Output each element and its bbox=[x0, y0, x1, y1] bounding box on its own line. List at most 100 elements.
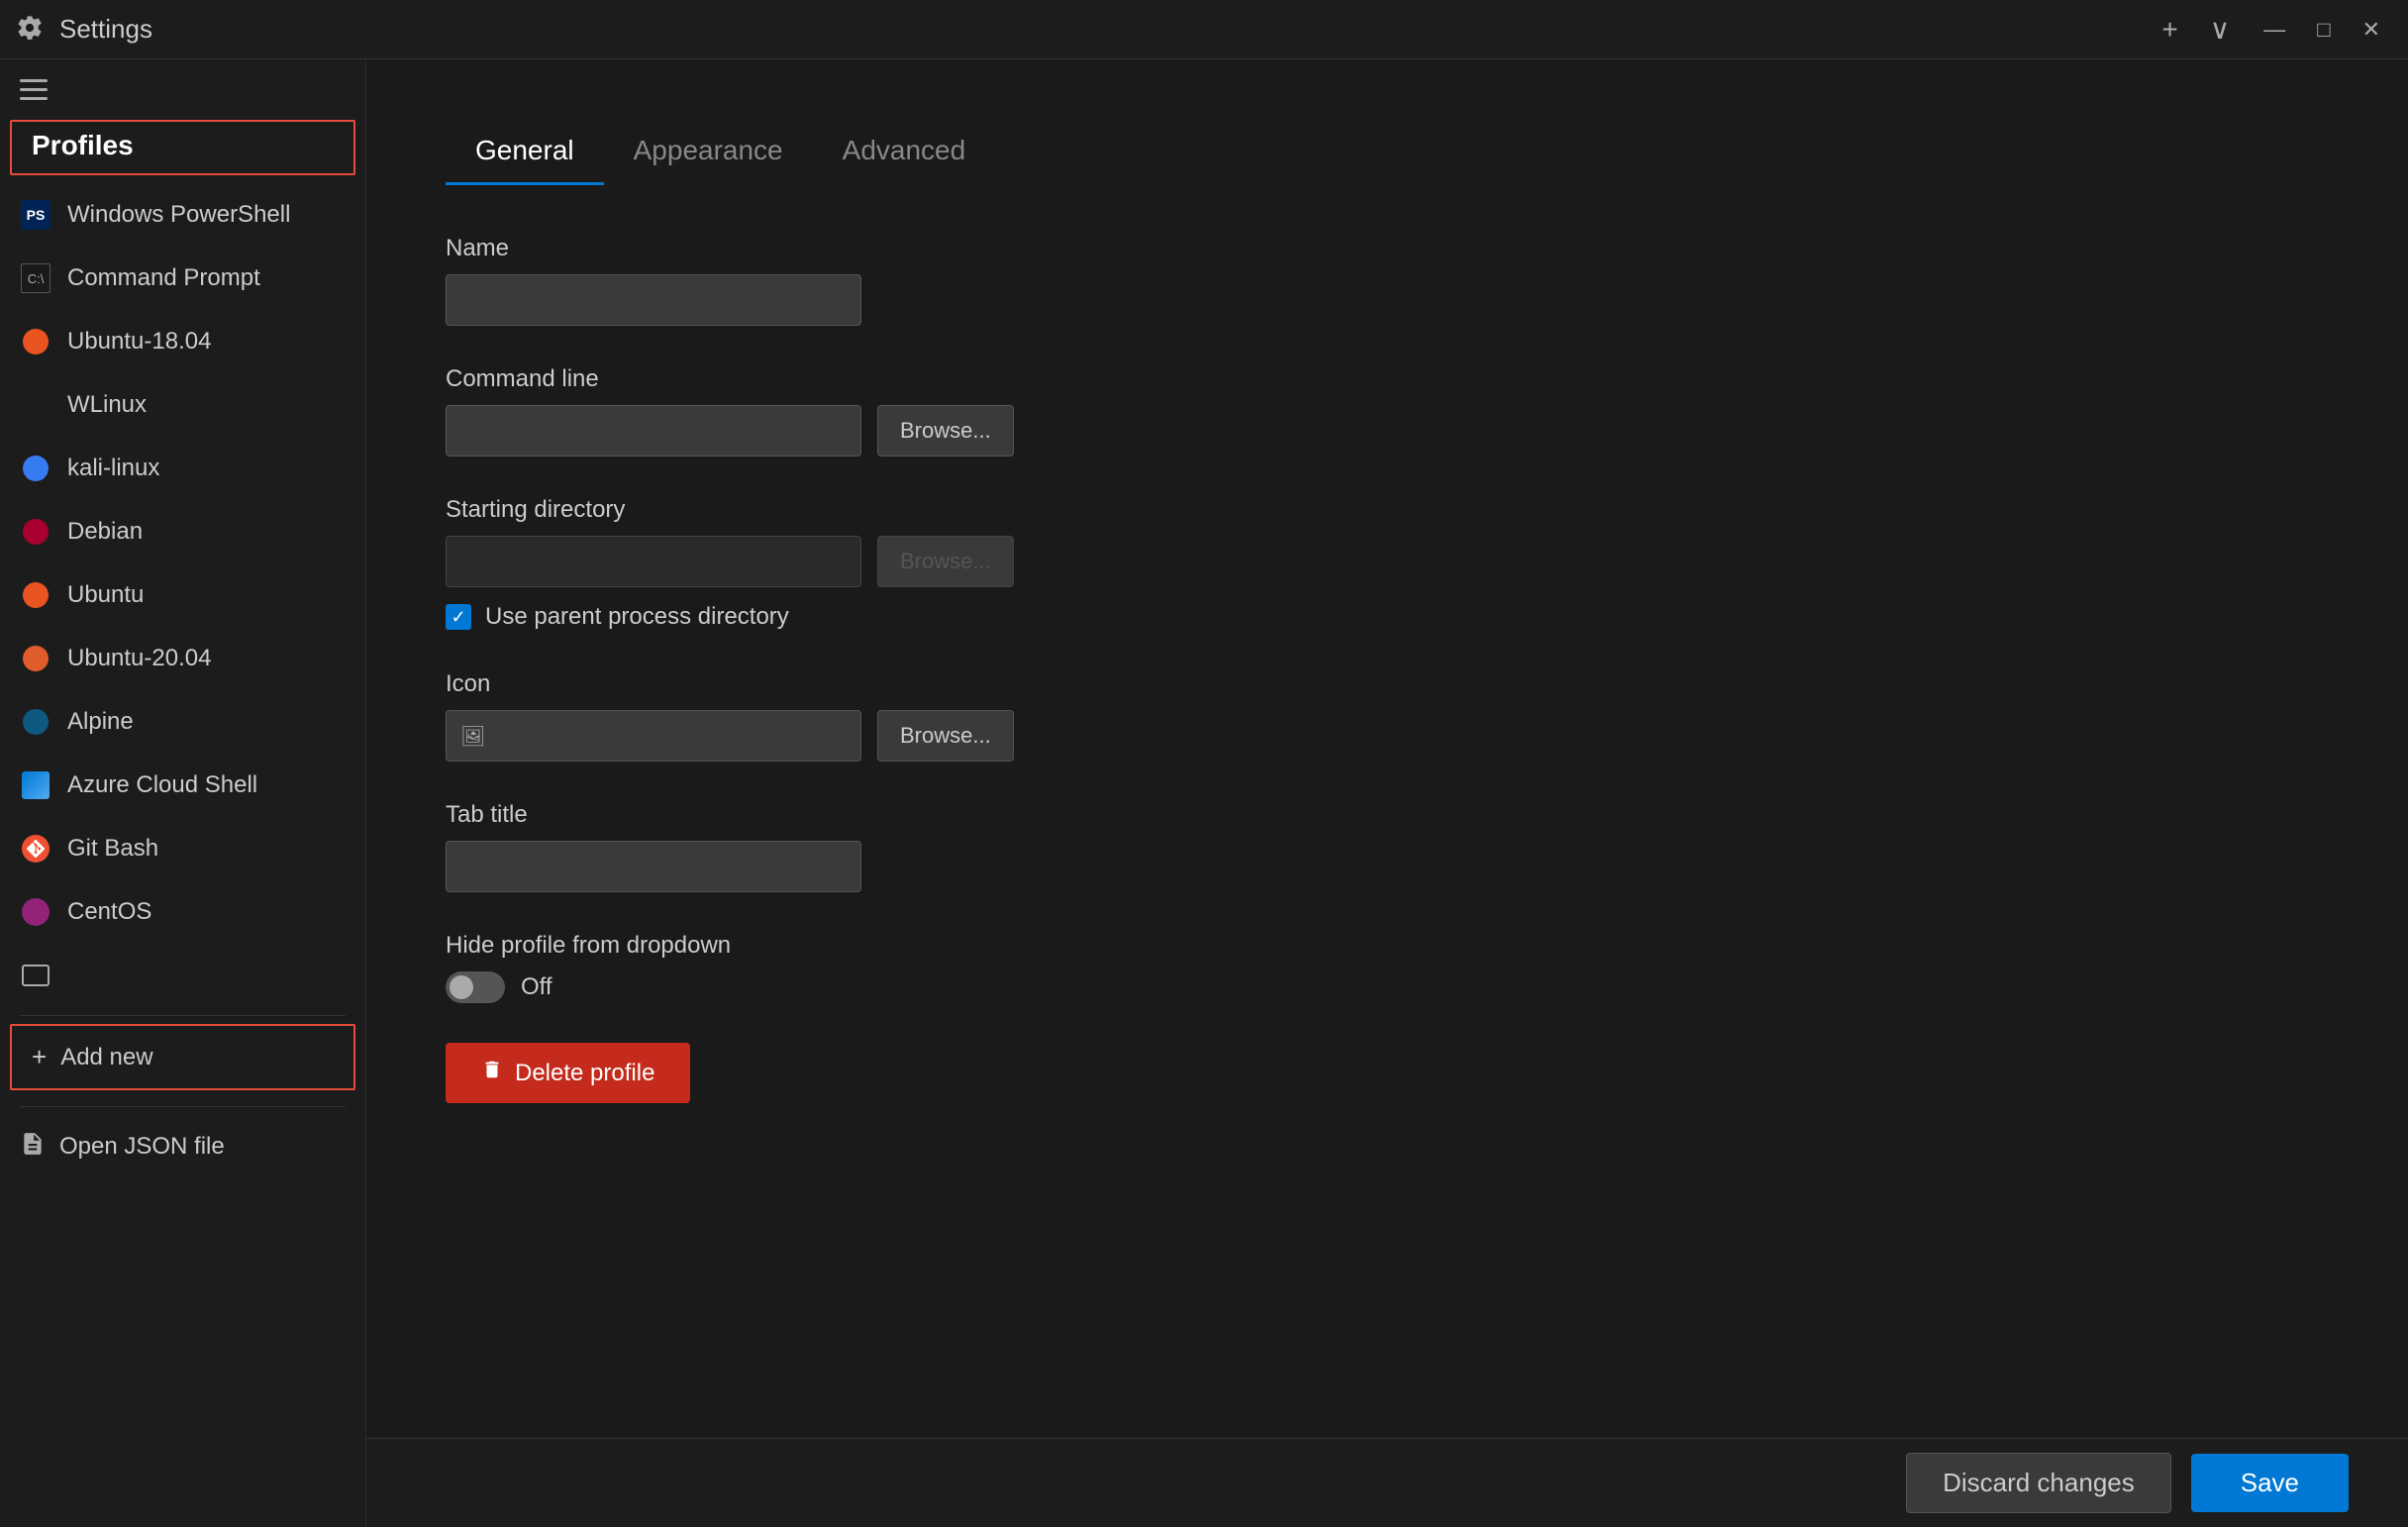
tab-appearance[interactable]: Appearance bbox=[604, 119, 813, 185]
centos-icon bbox=[20, 896, 51, 928]
icon-label: Icon bbox=[446, 670, 2329, 698]
add-new-label: Add new bbox=[60, 1044, 152, 1071]
ubuntu-1804-icon bbox=[20, 326, 51, 357]
hamburger-line-3 bbox=[20, 97, 48, 100]
delete-profile-label: Delete profile bbox=[515, 1060, 654, 1087]
sidebar-item-label: Command Prompt bbox=[67, 264, 260, 292]
plus-icon: + bbox=[32, 1042, 47, 1072]
starting-directory-field-group: Starting directory Browse... ✓ Use paren… bbox=[446, 496, 2329, 631]
icon-input-row: 🖼 Browse... bbox=[446, 710, 2329, 762]
new-tab-button[interactable]: + bbox=[2152, 10, 2187, 50]
sidebar-item-label: Alpine bbox=[67, 708, 134, 736]
save-button[interactable]: Save bbox=[2191, 1454, 2349, 1512]
tab-advanced[interactable]: Advanced bbox=[813, 119, 996, 185]
sidebar-item-label: kali-linux bbox=[67, 455, 159, 482]
sidebar-item-label: Ubuntu bbox=[67, 581, 144, 609]
git-icon bbox=[20, 833, 51, 865]
checkmark-icon: ✓ bbox=[451, 607, 465, 628]
sidebar-item-ubuntu-1804[interactable]: Ubuntu-18.04 bbox=[0, 310, 365, 373]
starting-directory-label: Starting directory bbox=[446, 496, 2329, 524]
tab-general[interactable]: General bbox=[446, 119, 604, 185]
name-label: Name bbox=[446, 235, 2329, 262]
kali-icon bbox=[20, 453, 51, 484]
use-parent-process-row: ✓ Use parent process directory bbox=[446, 603, 2329, 631]
sidebar-item-ubuntu-2004[interactable]: Ubuntu-20.04 bbox=[0, 627, 365, 690]
hamburger-button[interactable] bbox=[0, 59, 365, 120]
title-bar: Settings + ∨ — □ ✕ bbox=[0, 0, 2408, 59]
command-line-browse-button[interactable]: Browse... bbox=[877, 405, 1014, 457]
sidebar-item-debian[interactable]: Debian bbox=[0, 500, 365, 563]
ubuntu-icon bbox=[20, 579, 51, 611]
hamburger-line-2 bbox=[20, 88, 48, 91]
bottom-bar: Discard changes Save bbox=[366, 1438, 2408, 1527]
command-line-label: Command line bbox=[446, 365, 2329, 393]
command-line-input[interactable] bbox=[446, 405, 861, 457]
sidebar-item-windows-powershell[interactable]: PS Windows PowerShell bbox=[0, 183, 365, 247]
command-line-field-group: Command line Browse... bbox=[446, 365, 2329, 457]
sidebar-item-git-bash[interactable]: Git Bash bbox=[0, 817, 365, 880]
use-parent-process-label: Use parent process directory bbox=[485, 603, 789, 631]
app-title: Settings bbox=[59, 14, 2140, 45]
name-input[interactable] bbox=[446, 274, 861, 326]
toggle-state-label: Off bbox=[521, 973, 552, 1001]
discard-changes-button[interactable]: Discard changes bbox=[1906, 1453, 2171, 1513]
toggle-knob bbox=[450, 975, 473, 999]
sidebar: Profiles PS Windows PowerShell C:\ Comma… bbox=[0, 59, 366, 1527]
name-field-group: Name bbox=[446, 235, 2329, 326]
window-controls: — □ ✕ bbox=[2252, 13, 2392, 47]
tabs-container: General Appearance Advanced bbox=[446, 119, 2329, 185]
icon-browse-button[interactable]: Browse... bbox=[877, 710, 1014, 762]
close-button[interactable]: ✕ bbox=[2351, 13, 2392, 47]
hide-profile-toggle[interactable] bbox=[446, 971, 505, 1003]
starting-directory-input[interactable] bbox=[446, 536, 861, 587]
icon-image-symbol: 🖼 bbox=[460, 724, 485, 749]
add-new-button[interactable]: + Add new bbox=[10, 1024, 355, 1090]
sidebar-item-label: Debian bbox=[67, 518, 143, 546]
azure-icon bbox=[20, 769, 51, 801]
sidebar-item-azure-cloud-shell[interactable]: Azure Cloud Shell bbox=[0, 754, 365, 817]
sidebar-item-label: Ubuntu-18.04 bbox=[67, 328, 211, 356]
sidebar-item-label: Windows PowerShell bbox=[67, 201, 290, 229]
tab-title-input[interactable] bbox=[446, 841, 861, 892]
alpine-icon bbox=[20, 706, 51, 738]
settings-gear-icon bbox=[16, 14, 48, 46]
sidebar-item-wlinux[interactable]: WLinux bbox=[0, 373, 365, 437]
sidebar-item-screen[interactable] bbox=[0, 944, 365, 1007]
starting-directory-browse-button: Browse... bbox=[877, 536, 1014, 587]
sidebar-item-label: Git Bash bbox=[67, 835, 158, 863]
sidebar-item-alpine[interactable]: Alpine bbox=[0, 690, 365, 754]
icon-field-group: Icon 🖼 Browse... bbox=[446, 670, 2329, 762]
delete-profile-button[interactable]: Delete profile bbox=[446, 1043, 690, 1103]
sidebar-item-kali-linux[interactable]: kali-linux bbox=[0, 437, 365, 500]
hide-profile-toggle-row: Off bbox=[446, 971, 2329, 1003]
use-parent-process-checkbox[interactable]: ✓ bbox=[446, 604, 471, 630]
minimize-button[interactable]: — bbox=[2252, 13, 2297, 47]
sidebar-item-label: Ubuntu-20.04 bbox=[67, 645, 211, 672]
ubuntu-2004-icon bbox=[20, 643, 51, 674]
content-scrollable: General Appearance Advanced Name Command… bbox=[366, 59, 2408, 1438]
hide-profile-label: Hide profile from dropdown bbox=[446, 932, 2329, 960]
hide-profile-field-group: Hide profile from dropdown Off bbox=[446, 932, 2329, 1003]
sidebar-item-command-prompt[interactable]: C:\ Command Prompt bbox=[0, 247, 365, 310]
hamburger-line-1 bbox=[20, 79, 48, 82]
sidebar-item-label: CentOS bbox=[67, 898, 151, 926]
sidebar-item-ubuntu[interactable]: Ubuntu bbox=[0, 563, 365, 627]
open-json-button[interactable]: Open JSON file bbox=[0, 1115, 365, 1178]
main-layout: Profiles PS Windows PowerShell C:\ Comma… bbox=[0, 59, 2408, 1527]
profiles-heading: Profiles bbox=[10, 120, 355, 175]
starting-directory-row: Browse... bbox=[446, 536, 2329, 587]
sidebar-item-label: Azure Cloud Shell bbox=[67, 771, 257, 799]
cmd-icon: C:\ bbox=[20, 262, 51, 294]
tab-title-label: Tab title bbox=[446, 801, 2329, 829]
sidebar-divider-2 bbox=[20, 1106, 346, 1107]
open-json-label: Open JSON file bbox=[59, 1133, 225, 1161]
tab-chevron-button[interactable]: ∨ bbox=[2200, 9, 2241, 50]
maximize-button[interactable]: □ bbox=[2305, 13, 2342, 47]
debian-icon bbox=[20, 516, 51, 548]
icon-input-display[interactable]: 🖼 bbox=[446, 710, 861, 762]
screen-icon bbox=[20, 960, 51, 991]
content-area: General Appearance Advanced Name Command… bbox=[366, 59, 2408, 1527]
tab-title-field-group: Tab title bbox=[446, 801, 2329, 892]
sidebar-item-centos[interactable]: CentOS bbox=[0, 880, 365, 944]
command-line-row: Browse... bbox=[446, 405, 2329, 457]
